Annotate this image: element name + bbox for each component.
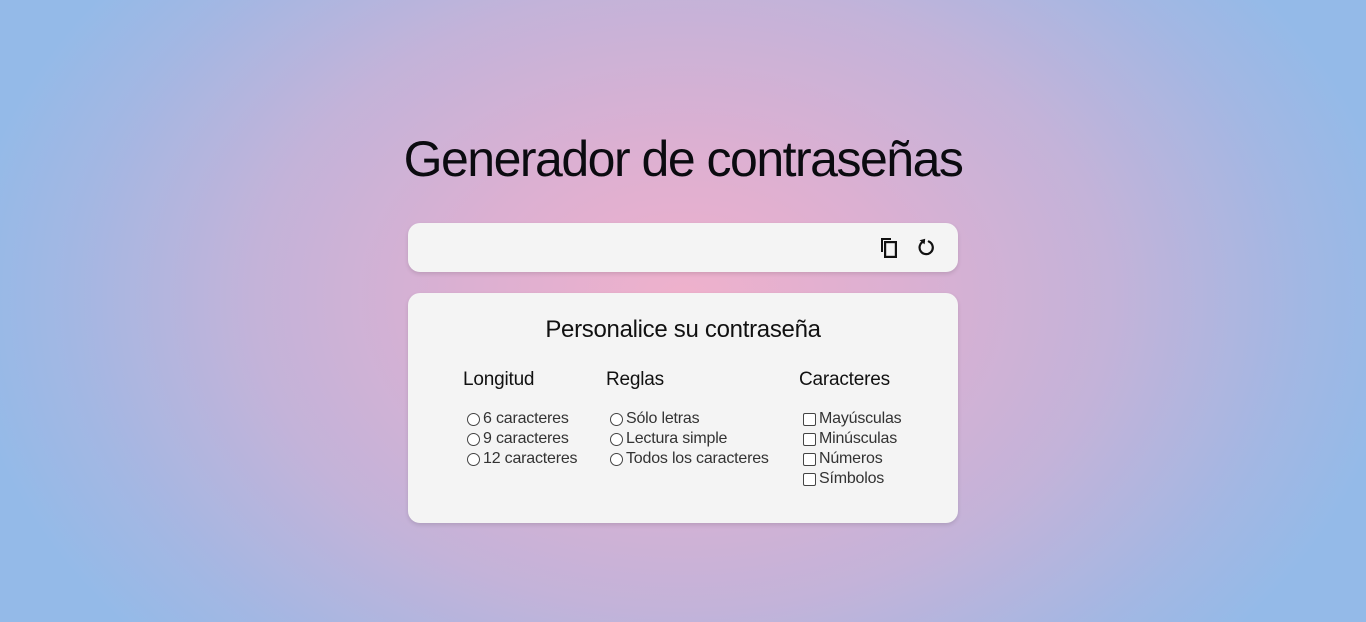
- customize-title: Personalice su contraseña: [545, 316, 821, 343]
- char-option-uppercase[interactable]: Mayúsculas: [799, 409, 902, 429]
- rules-heading: Reglas: [606, 369, 664, 390]
- rules-group: Reglas Sólo letras Lectura simple Todos …: [606, 369, 769, 469]
- length-group: Longitud 6 caracteres 9 caracteres 12 ca…: [463, 369, 578, 469]
- password-output[interactable]: [424, 235, 868, 261]
- radio-button[interactable]: [610, 452, 623, 466]
- copy-button[interactable]: [877, 235, 901, 259]
- char-option-numbers[interactable]: Números: [799, 449, 901, 469]
- copy-icon: [881, 238, 898, 259]
- option-label: Minúsculas: [819, 430, 898, 447]
- length-option-12[interactable]: 12 caracteres: [463, 449, 578, 469]
- option-label: 9 caracteres: [483, 430, 569, 447]
- option-label: Símbolos: [819, 470, 885, 487]
- refresh-button[interactable]: [914, 235, 938, 259]
- rule-option-letters-only[interactable]: Sólo letras: [606, 409, 769, 429]
- option-label: 12 caracteres: [483, 450, 578, 467]
- checkbox[interactable]: [803, 432, 816, 446]
- radio-button[interactable]: [610, 412, 623, 426]
- checkbox[interactable]: [803, 452, 816, 466]
- refresh-icon: [918, 238, 934, 256]
- rule-option-all-characters[interactable]: Todos los caracteres: [606, 449, 769, 469]
- checkbox[interactable]: [803, 472, 816, 486]
- option-label: Sólo letras: [626, 410, 700, 427]
- characters-heading: Caracteres: [799, 369, 890, 390]
- option-label: Lectura simple: [626, 430, 728, 447]
- characters-group: Caracteres Mayúsculas Minúsculas Números…: [799, 369, 902, 489]
- option-label: 6 caracteres: [483, 410, 569, 427]
- radio-button[interactable]: [467, 412, 480, 426]
- char-option-lowercase[interactable]: Minúsculas: [799, 429, 901, 449]
- checkbox[interactable]: [803, 412, 816, 426]
- radio-button[interactable]: [467, 432, 480, 446]
- option-label: Mayúsculas: [819, 410, 902, 427]
- length-option-9[interactable]: 9 caracteres: [463, 429, 577, 449]
- page-title: Generador de contraseñas: [403, 131, 964, 187]
- length-heading: Longitud: [463, 369, 535, 390]
- length-option-6[interactable]: 6 caracteres: [463, 409, 577, 429]
- char-option-symbols[interactable]: Símbolos: [799, 469, 901, 489]
- password-bar: [408, 223, 958, 272]
- option-label: Todos los caracteres: [626, 450, 769, 467]
- radio-button[interactable]: [467, 452, 480, 466]
- customize-card: Personalice su contraseña Longitud 6 car…: [408, 293, 958, 523]
- rule-option-easy-read[interactable]: Lectura simple: [606, 429, 769, 449]
- radio-button[interactable]: [610, 432, 623, 446]
- option-label: Números: [819, 450, 883, 467]
